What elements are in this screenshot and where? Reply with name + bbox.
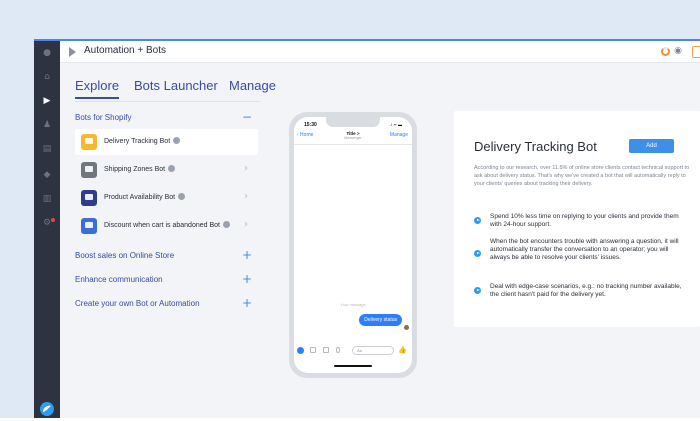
chat-icon[interactable]: ● xyxy=(41,47,53,59)
collapse-icon[interactable]: − xyxy=(242,110,252,124)
bot-product-availability[interactable]: Product Availability Bot › xyxy=(75,185,258,211)
phone-status-icons: ..l ᯤ ▬ xyxy=(389,122,402,127)
divider xyxy=(294,144,412,145)
loading-icon xyxy=(661,47,670,56)
phone-message-hint: Your message xyxy=(340,302,366,307)
stats-icon[interactable]: ▥ xyxy=(41,193,53,205)
bot-label: Shipping Zones Bot xyxy=(104,166,166,173)
avatar xyxy=(404,325,409,330)
grid-icon xyxy=(81,218,97,234)
home-icon[interactable]: ⌂ xyxy=(41,71,53,83)
tab-bots-launcher[interactable]: Bots Launcher xyxy=(134,78,218,93)
tab-manage[interactable]: Manage xyxy=(229,78,276,93)
users-icon[interactable]: ♟ xyxy=(41,119,53,131)
chevron-right-icon: › xyxy=(244,219,248,230)
chat-bubble-icon xyxy=(81,190,97,206)
add-bot-button[interactable]: Add xyxy=(629,139,674,153)
card-title: Delivery Tracking Bot xyxy=(474,139,597,154)
page-title: Automation + Bots xyxy=(84,45,166,56)
phone-time: 15:30 xyxy=(304,122,317,128)
play-circle-icon xyxy=(474,250,481,257)
section-title: Bots for Shopify xyxy=(75,113,132,122)
verified-icon xyxy=(178,193,186,200)
expand-icon[interactable]: + xyxy=(242,248,252,262)
bot-delivery-tracking[interactable]: Delivery Tracking Bot xyxy=(75,129,258,155)
camera-icon xyxy=(310,347,316,353)
gear-icon[interactable]: ⚙ xyxy=(41,217,53,229)
bot-discount-abandoned-cart[interactable]: Discount when cart is abandoned Bot › xyxy=(75,213,258,239)
bot-shipping-zones[interactable]: Shipping Zones Bot › xyxy=(75,157,258,183)
play-icon xyxy=(69,47,76,57)
tab-explore[interactable]: Explore xyxy=(75,78,120,99)
top-bar: Automation + Bots ◉ xyxy=(60,41,700,63)
verified-icon xyxy=(173,137,181,144)
thumbs-up-icon: 👍 xyxy=(398,346,407,354)
document-icon[interactable]: ▤ xyxy=(41,143,53,155)
section-title: Enhance communication xyxy=(75,275,163,284)
play-circle-icon xyxy=(474,287,481,294)
expand-icon[interactable]: + xyxy=(242,272,252,286)
microphone-icon xyxy=(336,347,340,353)
chevron-right-icon: › xyxy=(244,163,248,174)
sidebar: ● ⌂ ▶ ♟ ▤ ◆ ▥ ⚙ xyxy=(34,41,60,418)
tab-divider xyxy=(75,101,260,102)
phone-back-link: ‹ Home xyxy=(297,132,314,138)
phone-chat-title: Title > Messenger xyxy=(344,131,362,140)
signal-icon[interactable]: ◉ xyxy=(674,46,682,56)
megaphone-icon[interactable]: ◆ xyxy=(41,169,53,181)
chat-bubble-icon xyxy=(81,162,97,178)
verified-icon xyxy=(168,165,176,172)
play-icon[interactable]: ▶ xyxy=(41,95,53,107)
phone-home-indicator xyxy=(334,365,372,367)
section-title: Boost sales on Online Store xyxy=(75,251,175,260)
phone-manage-link: Manage xyxy=(389,132,408,138)
image-icon xyxy=(323,347,329,353)
notification-button[interactable] xyxy=(692,46,700,58)
plus-icon xyxy=(297,347,304,354)
chat-bubble-icon xyxy=(81,134,97,150)
card-description: According to our research, over 11.5% of… xyxy=(474,165,690,187)
expand-icon[interactable]: + xyxy=(242,296,252,310)
chevron-right-icon: › xyxy=(244,191,248,202)
phone-message-input: Aa xyxy=(352,346,394,355)
phone-screen: 15:30 ..l ᯤ ▬ ‹ Home Title > Messenger M… xyxy=(294,117,412,373)
bot-label: Discount when cart is abandoned Bot xyxy=(104,222,220,229)
phone-preview: 15:30 ..l ᯤ ▬ ‹ Home Title > Messenger M… xyxy=(289,112,417,378)
bot-label: Product Availability Bot xyxy=(104,194,176,201)
phone-message-bubble: Delivery status xyxy=(359,314,402,326)
phone-input-bar: Aa 👍 xyxy=(297,346,409,356)
play-circle-icon xyxy=(474,217,481,224)
brand-logo-icon[interactable] xyxy=(39,401,55,417)
phone-notch xyxy=(326,117,380,127)
bot-label: Delivery Tracking Bot xyxy=(104,138,171,145)
bot-detail-card: Delivery Tracking Bot Add According to o… xyxy=(454,111,700,327)
verified-icon xyxy=(222,221,230,228)
section-title: Create your own Bot or Automation xyxy=(75,299,200,308)
